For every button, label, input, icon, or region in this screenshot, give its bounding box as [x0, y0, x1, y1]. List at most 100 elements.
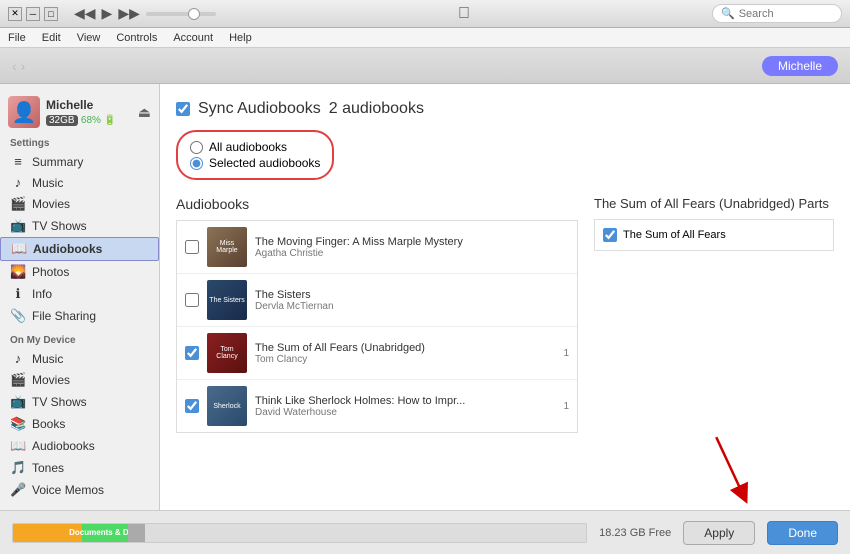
sidebar-item-label: Photos: [32, 265, 69, 279]
done-button[interactable]: Done: [767, 521, 838, 545]
radio-group: All audiobooks Selected audiobooks: [176, 130, 334, 180]
radio-all-input[interactable]: [190, 141, 203, 154]
table-row: Tom Clancy The Sum of All Fears (Unabrid…: [177, 327, 577, 380]
sidebar-item-movies[interactable]: 🎬 Movies: [0, 193, 159, 215]
book-1-checkbox[interactable]: [185, 240, 199, 254]
table-row: Sherlock Think Like Sherlock Holmes: How…: [177, 380, 577, 432]
menu-edit[interactable]: Edit: [42, 32, 61, 44]
sidebar-item-label: Music: [32, 352, 63, 366]
sidebar-item-movies2[interactable]: 🎬 Movies: [0, 369, 159, 391]
table-row: Miss Marple The Moving Finger: A Miss Ma…: [177, 221, 577, 274]
search-icon: 🔍: [721, 7, 735, 20]
device-capacity: 32GB: [46, 115, 78, 126]
eject-button[interactable]: ⏏: [138, 104, 151, 121]
sidebar-item-music2[interactable]: ♪ Music: [0, 348, 159, 369]
book-3-cover: Tom Clancy: [207, 333, 247, 373]
book-4-checkbox[interactable]: [185, 399, 199, 413]
sidebar: 👤 Michelle 32GB 68% 🔋 ⏏ Settings ≡ Summa…: [0, 84, 160, 510]
radio-selected[interactable]: Selected audiobooks: [190, 156, 320, 170]
nav-back[interactable]: ‹: [12, 58, 17, 74]
sidebar-item-label: Summary: [32, 155, 83, 169]
book-2-author: Dervla McTiernan: [255, 301, 569, 312]
nav-forward[interactable]: ›: [21, 58, 26, 74]
sidebar-item-tvshows[interactable]: 📺 TV Shows: [0, 215, 159, 237]
music2-icon: ♪: [10, 351, 26, 366]
book-3-count: 1: [563, 348, 569, 359]
sidebar-item-label: Info: [32, 287, 52, 301]
sidebar-item-label: Movies: [32, 197, 70, 211]
storage-bar: Documents & Data: [12, 523, 587, 543]
music-icon: ♪: [10, 175, 26, 190]
tones-icon: 🎵: [10, 460, 26, 476]
sync-checkbox[interactable]: [176, 102, 190, 116]
book-2-title: The Sisters: [255, 289, 569, 301]
audiobooks-column-title: Audiobooks: [176, 196, 578, 212]
apply-button[interactable]: Apply: [683, 521, 755, 545]
sidebar-item-music[interactable]: ♪ Music: [0, 172, 159, 193]
sidebar-item-voicememos[interactable]: 🎤 Voice Memos: [0, 479, 159, 501]
storage-seg-other: [128, 524, 145, 542]
part-1-checkbox[interactable]: [603, 228, 617, 242]
book-3-title: The Sum of All Fears (Unabridged): [255, 342, 555, 354]
window-controls: ✕ ─ □: [8, 7, 58, 21]
main-area: 👤 Michelle 32GB 68% 🔋 ⏏ Settings ≡ Summa…: [0, 84, 850, 510]
menu-account[interactable]: Account: [173, 32, 213, 44]
app-container: ✕ ─ □ ◀◀ ▶ ▶▶  🔍 File Edit View Control…: [0, 0, 850, 554]
menu-file[interactable]: File: [8, 32, 26, 44]
book-3-info: The Sum of All Fears (Unabridged) Tom Cl…: [255, 342, 555, 365]
close-btn[interactable]: ✕: [8, 7, 22, 21]
sidebar-item-filesharing[interactable]: 📎 File Sharing: [0, 305, 159, 327]
menu-view[interactable]: View: [77, 32, 101, 44]
sidebar-item-label: TV Shows: [32, 395, 87, 409]
minimize-btn[interactable]: ─: [26, 7, 40, 21]
table-row: The Sisters The Sisters Dervla McTiernan: [177, 274, 577, 327]
storage-bar-wrapper: Documents & Data: [12, 523, 587, 543]
sidebar-item-label: Voice Memos: [32, 483, 104, 497]
sidebar-item-info[interactable]: ℹ Info: [0, 283, 159, 305]
book-4-count: 1: [563, 401, 569, 412]
book-2-checkbox[interactable]: [185, 293, 199, 307]
volume-slider[interactable]: [146, 12, 216, 16]
tvshows-icon: 📺: [10, 218, 26, 234]
search-bar[interactable]: 🔍: [712, 4, 842, 23]
volume-thumb: [188, 8, 200, 20]
profile-button[interactable]: Michelle: [762, 56, 838, 76]
book-1-info: The Moving Finger: A Miss Marple Mystery…: [255, 236, 569, 259]
sidebar-item-label: Movies: [32, 373, 70, 387]
book-3-checkbox[interactable]: [185, 346, 199, 360]
audiobooks-column: Audiobooks Miss Marple The Moving Finger…: [176, 196, 578, 433]
sidebar-item-summary[interactable]: ≡ Summary: [0, 151, 159, 172]
sidebar-item-audiobooks2[interactable]: 📖 Audiobooks: [0, 435, 159, 457]
list-item: The Sum of All Fears: [599, 224, 829, 246]
book-2-info: The Sisters Dervla McTiernan: [255, 289, 569, 312]
menu-help[interactable]: Help: [229, 32, 252, 44]
book-3-author: Tom Clancy: [255, 354, 555, 365]
nav-bar: ‹ › Michelle: [0, 48, 850, 84]
sidebar-item-label: Audiobooks: [33, 242, 102, 256]
back-button[interactable]: ◀◀: [74, 5, 96, 22]
search-input[interactable]: [739, 8, 833, 20]
parts-list: The Sum of All Fears: [594, 219, 834, 251]
radio-selected-label: Selected audiobooks: [209, 156, 320, 170]
sidebar-item-tones[interactable]: 🎵 Tones: [0, 457, 159, 479]
maximize-btn[interactable]: □: [44, 7, 58, 21]
voicememos-icon: 🎤: [10, 482, 26, 498]
apple-logo: : [458, 5, 470, 23]
radio-selected-input[interactable]: [190, 157, 203, 170]
free-space-label: 18.23 GB Free: [599, 527, 671, 539]
sync-label: Sync Audiobooks: [198, 100, 321, 118]
onmydevice-section-label: On My Device: [0, 327, 159, 348]
play-button[interactable]: ▶: [102, 5, 113, 22]
sidebar-item-audiobooks[interactable]: 📖 Audiobooks: [0, 237, 159, 261]
menu-controls[interactable]: Controls: [116, 32, 157, 44]
forward-button[interactable]: ▶▶: [118, 5, 140, 22]
device-section: 👤 Michelle 32GB 68% 🔋 ⏏: [0, 92, 159, 130]
sidebar-item-books[interactable]: 📚 Books: [0, 413, 159, 435]
sidebar-item-tvshows2[interactable]: 📺 TV Shows: [0, 391, 159, 413]
sidebar-item-photos[interactable]: 🌄 Photos: [0, 261, 159, 283]
radio-all[interactable]: All audiobooks: [190, 140, 320, 154]
radio-all-label: All audiobooks: [209, 140, 287, 154]
books-icon: 📚: [10, 416, 26, 432]
photos-icon: 🌄: [10, 264, 26, 280]
movies2-icon: 🎬: [10, 372, 26, 388]
